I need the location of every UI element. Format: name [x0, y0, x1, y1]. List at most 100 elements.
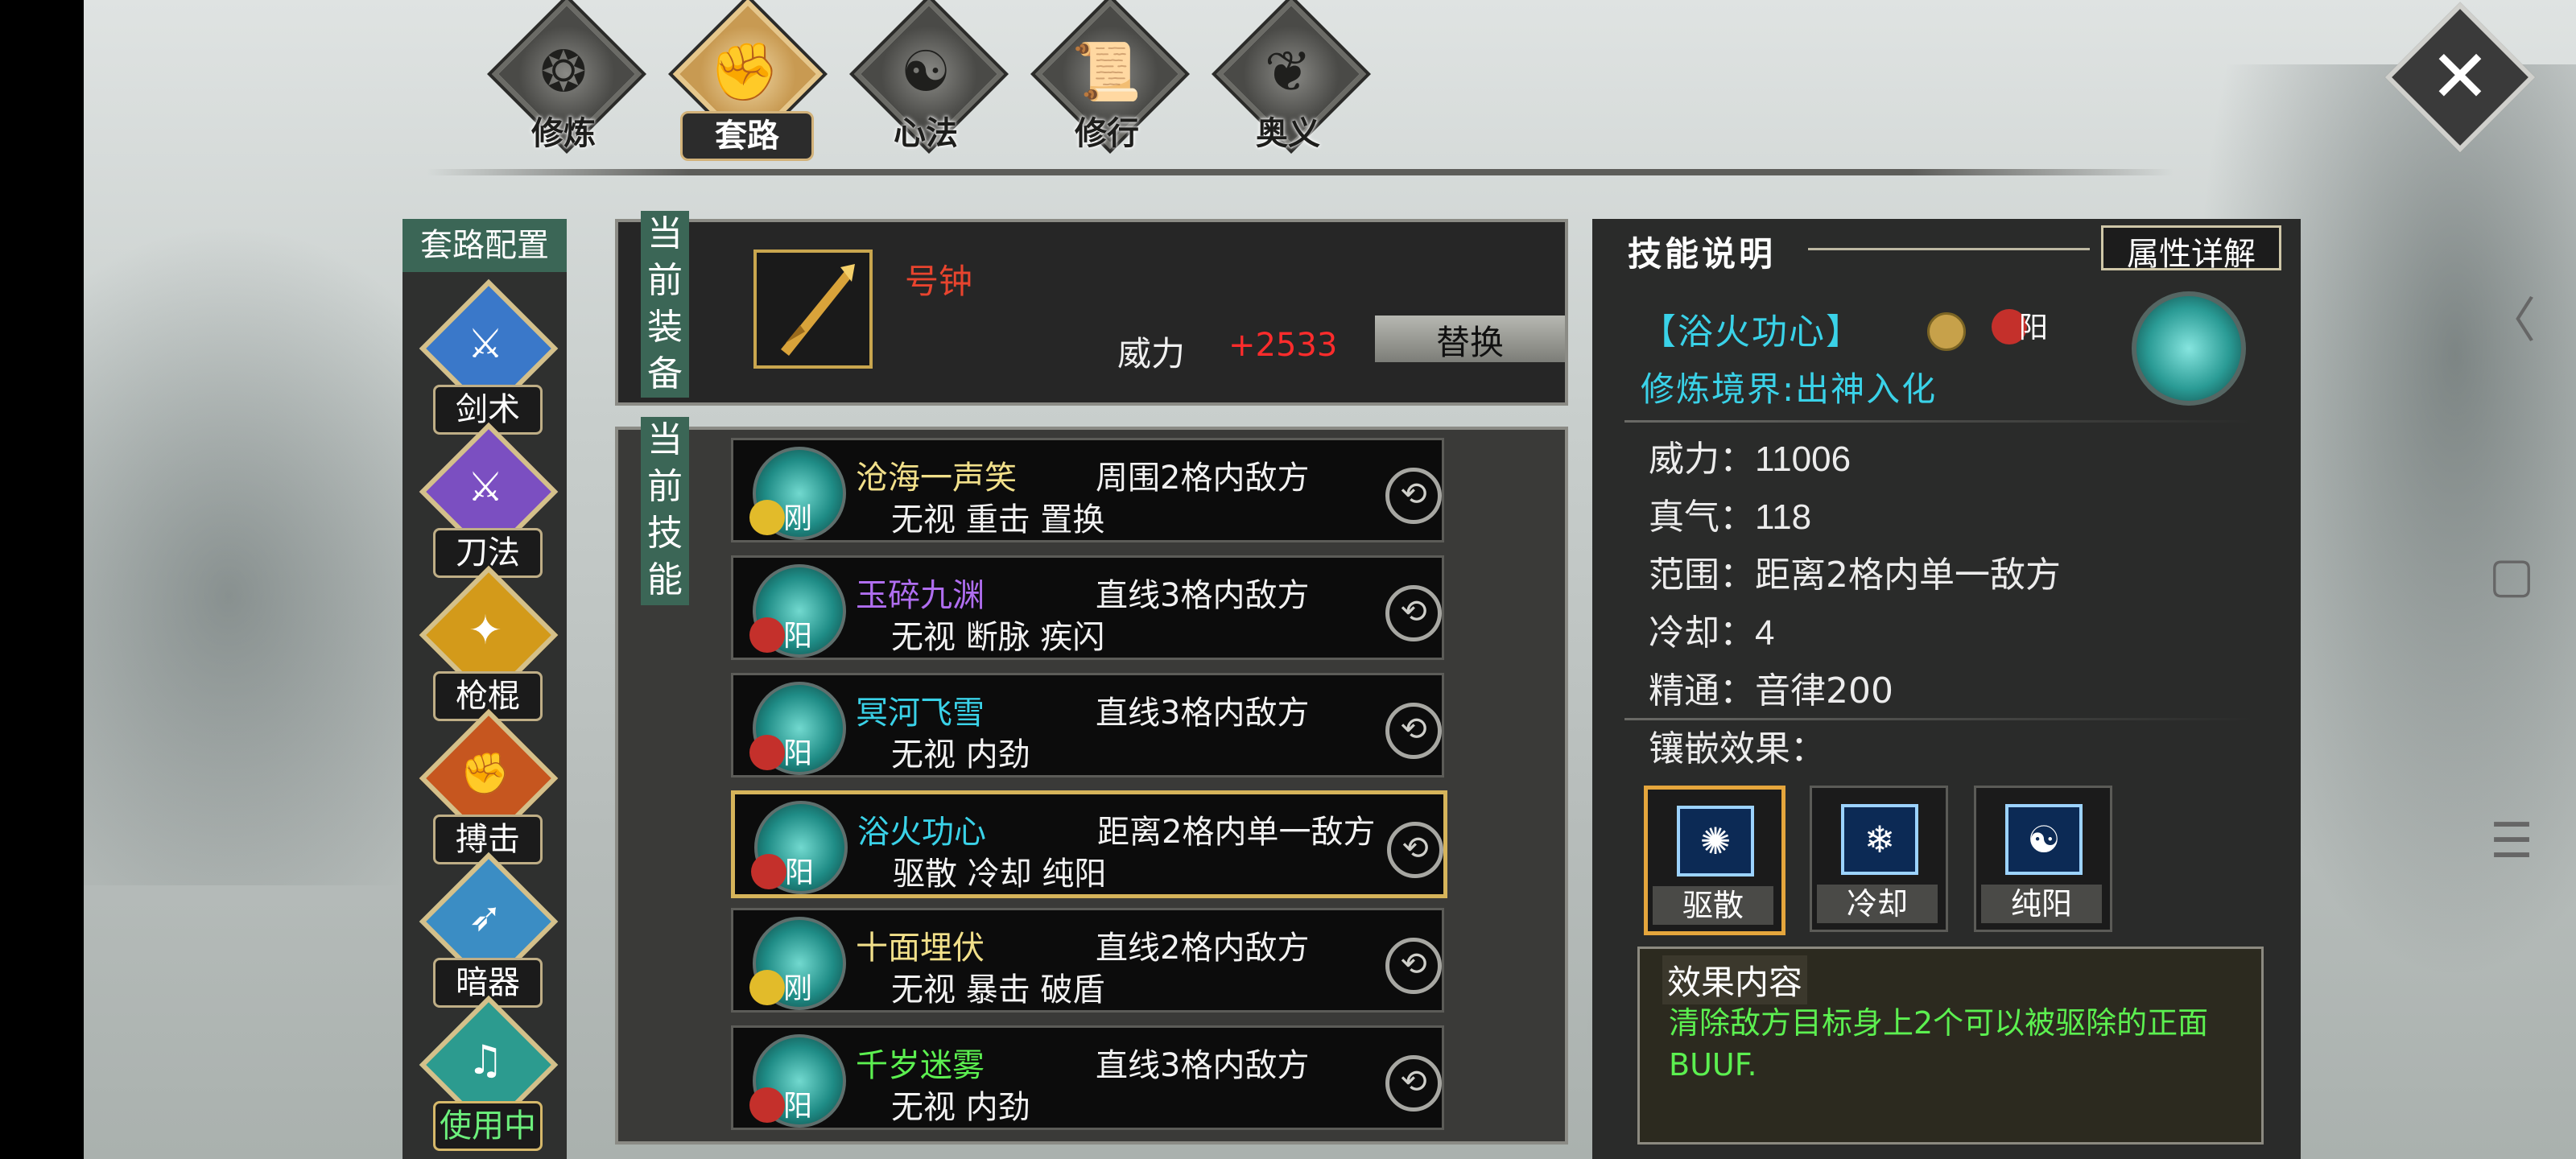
category-panel: 套路配置 ⚔ 剑术 ⚔ 刀法 ✦ 枪棍 ✊ 搏击 ➶ 暗器 ♫ 使用中 — [402, 219, 567, 1159]
dart-icon: ➶ — [469, 893, 502, 940]
skill-detail-panel: 技能说明 属性详解 【浴火功心】 阳 修炼境界:出神入化 威力：11006 真气… — [1592, 219, 2301, 1159]
skill-row[interactable]: 阳 玉碎九渊 直线3格内敌方无视 断脉 疾闪 ⟲ — [731, 555, 1444, 660]
skill-range: 直线3格内敌方 — [1096, 577, 1310, 614]
category-spear[interactable]: ✦ 枪棍 — [417, 565, 559, 721]
skill-range: 直线3格内敌方 — [1096, 1047, 1310, 1084]
tab-label: 修行 — [1075, 115, 1139, 152]
yin-yang-swirl-icon: ☯ — [900, 39, 952, 105]
skill-row[interactable]: 刚 十面埋伏 直线2格内敌方 无视 暴击 破盾 ⟲ — [731, 908, 1444, 1013]
effect-title: 效果内容 — [1662, 955, 1808, 1004]
inlay-label: 冷却 — [1817, 885, 1938, 923]
attribute-detail-button[interactable]: 属性详解 — [2101, 225, 2281, 272]
skill-range: 周围2格内敌方 — [1096, 460, 1310, 497]
inlay-dispel[interactable]: ✺ 驱散 — [1644, 786, 1785, 935]
tab-label: 心法 — [894, 115, 958, 152]
badge-label: 阳 — [783, 620, 813, 653]
lotus-icon: ❦ — [1264, 39, 1312, 105]
skill-name: 玉碎九渊 — [856, 577, 985, 614]
yang-badge-icon — [749, 617, 785, 653]
badge-label: 刚 — [783, 502, 813, 535]
skill-orb-icon — [2132, 291, 2246, 406]
yin-yang-icon: ☯ — [2005, 804, 2083, 875]
skill-row[interactable]: 刚 沧海一声笑 周围2格内敌方无视 重击 置换 ⟲ — [731, 438, 1444, 542]
swap-icon[interactable]: ⟲ — [1385, 703, 1442, 759]
category-panel-title: 套路配置 — [402, 219, 567, 272]
swap-icon[interactable]: ⟲ — [1385, 1055, 1442, 1112]
inlay-label: 驱散 — [1653, 886, 1773, 925]
tab-xiuxing[interactable]: 📜 修行 — [1026, 0, 1187, 159]
skill-name: 十面埋伏 — [856, 930, 985, 967]
gang-badge-icon — [749, 500, 785, 535]
home-nav-icon[interactable]: ▢ — [2479, 547, 2544, 604]
category-dart[interactable]: ➶ 暗器 — [417, 852, 559, 1008]
skill-detail-title: 技能说明 — [1628, 234, 1777, 274]
inlay-cooldown[interactable]: ❄ 冷却 — [1810, 786, 1948, 932]
badge-label: 刚 — [783, 972, 813, 1005]
dispel-icon: ✺ — [1677, 806, 1754, 876]
inlay-label: 纯阳 — [1981, 885, 2102, 923]
skill-tags: 无视 断脉 疾闪 — [891, 619, 1105, 656]
tab-xinfa[interactable]: ☯ 心法 — [845, 0, 1006, 159]
stat-cooldown: 冷却：4 — [1649, 612, 1775, 654]
yang-badge-icon — [751, 854, 786, 889]
current-equipment-label: 当前装备 — [641, 211, 689, 398]
fist-icon: ✊ — [709, 39, 780, 105]
skill-name: 冥河飞雪 — [856, 695, 985, 732]
golden-weapon-icon[interactable] — [753, 250, 873, 369]
tab-xiulian[interactable]: ❂ 修炼 — [483, 0, 644, 159]
fist-icon: ✊ — [460, 750, 511, 797]
flame-swirl-icon: ❂ — [539, 39, 588, 105]
back-nav-icon[interactable]: 〈 — [2479, 282, 2544, 352]
spear-icon: ✦ — [469, 607, 502, 654]
skill-range: 距离2格内单一敌方 — [1097, 814, 1376, 851]
skill-row[interactable]: 阳 浴火功心 距离2格内单一敌方驱散 冷却 纯阳 ⟲ — [731, 790, 1447, 898]
sword-icon: ⚔ — [467, 320, 504, 367]
coin-icon — [1927, 312, 1966, 351]
skill-range: 直线2格内敌方 — [1096, 930, 1310, 967]
close-icon: ✕ — [2429, 35, 2491, 119]
badge-label: 阳 — [785, 856, 815, 889]
swap-icon[interactable]: ⟲ — [1385, 585, 1442, 641]
category-label: 使用中 — [433, 1101, 543, 1151]
category-fist[interactable]: ✊ 搏击 — [417, 708, 559, 864]
divider — [1624, 420, 2252, 423]
category-blade[interactable]: ⚔ 刀法 — [417, 422, 559, 578]
replace-button[interactable]: 替换 — [1375, 316, 1565, 362]
swap-icon[interactable]: ⟲ — [1385, 468, 1442, 524]
effect-text: 清除敌方目标身上2个可以被驱除的正面BUUF. — [1669, 1005, 2209, 1083]
skill-tags: 驱散 冷却 纯阳 — [893, 856, 1107, 893]
equipment-power-value: +2533 — [1228, 327, 1338, 364]
cultivation-realm: 修炼境界:出神入化 — [1641, 369, 1938, 409]
yang-badge-icon — [749, 735, 785, 770]
skill-tags: 无视 重击 置换 — [891, 501, 1105, 538]
music-icon: ♫ — [467, 1037, 504, 1083]
skill-row[interactable]: 阳 冥河飞雪 直线3格内敌方 无视 内劲 ⟲ — [731, 673, 1444, 777]
tab-aoyi[interactable]: ❦ 奥义 — [1208, 0, 1368, 159]
effect-box: 效果内容 清除敌方目标身上2个可以被驱除的正面BUUF. — [1637, 947, 2264, 1145]
blade-icon: ⚔ — [467, 464, 504, 510]
badge-label: 阳 — [783, 737, 813, 770]
stat-mastery: 精通：音律200 — [1649, 670, 1893, 711]
skill-name: 千岁迷雾 — [856, 1047, 985, 1084]
skill-name: 沧海一声笑 — [856, 460, 1017, 497]
left-black-bar — [0, 0, 84, 1159]
inlay-pure-yang[interactable]: ☯ 纯阳 — [1974, 786, 2112, 932]
category-sword[interactable]: ⚔ 剑术 — [417, 278, 559, 435]
tab-label: 修炼 — [531, 115, 596, 152]
skill-tags: 无视 内劲 — [891, 736, 1030, 773]
yang-badge-icon — [749, 1087, 785, 1123]
skill-row[interactable]: 阳 千岁迷雾 直线3格内敌方 无视 内劲 ⟲ — [731, 1025, 1444, 1130]
stat-qi: 真气：118 — [1649, 497, 1812, 538]
equipment-name: 号钟 — [905, 262, 973, 301]
menu-nav-icon[interactable]: ☰ — [2479, 813, 2544, 869]
tab-taolu[interactable]: ✊ 套路 — [664, 0, 825, 161]
current-skills-panel: 当前技能 刚沧海一声笑 周围2格内敌方 无视 重击 置换 ⟲ 阳玉碎九渊 直线3格内敌方无… — [615, 417, 1568, 1145]
tab-label: 奥义 — [1256, 115, 1320, 152]
tab-divider — [427, 169, 2174, 175]
swap-icon[interactable]: ⟲ — [1387, 822, 1443, 878]
swap-icon[interactable]: ⟲ — [1385, 938, 1442, 994]
title-divider — [1808, 248, 2090, 250]
category-in-use[interactable]: ♫ 使用中 — [417, 995, 559, 1151]
skill-name: 浴火功心 — [857, 814, 986, 851]
cooldown-icon: ❄ — [1841, 804, 1918, 875]
